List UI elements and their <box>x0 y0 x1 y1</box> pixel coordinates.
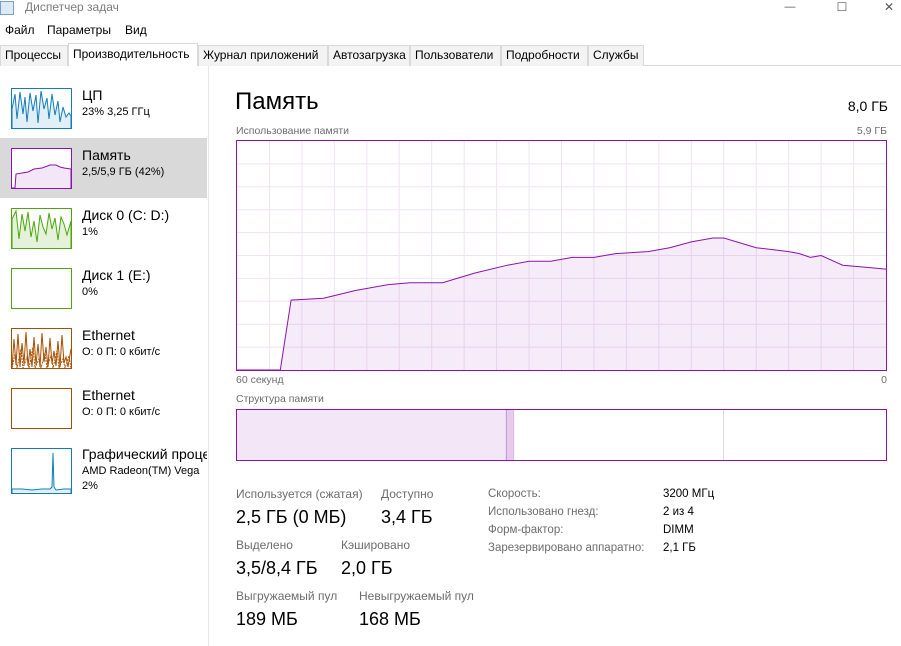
sidebar-item-value: 2% <box>82 480 98 492</box>
memory-usage-graph <box>236 140 887 371</box>
memory-total: 8,0 ГБ <box>847 98 888 114</box>
memory-graph-icon <box>11 148 72 189</box>
tab-users[interactable]: Пользователи <box>410 45 501 66</box>
nonpaged-pool-label: Невыгружаемый пул <box>359 589 474 603</box>
cached-value: 2,0 ГБ <box>341 558 393 578</box>
page-title: Память <box>235 88 319 115</box>
time-axis-left: 60 секунд <box>236 374 284 386</box>
usage-label: Использование памяти <box>236 125 350 137</box>
nonpaged-pool-value: 168 МБ <box>359 609 421 629</box>
tab-strip: Процессы Производительность Журнал прило… <box>0 43 901 66</box>
menu-file[interactable]: Файл <box>5 23 35 37</box>
tab-performance[interactable]: Производительность <box>68 43 198 66</box>
slots-label: Использовано гнезд: <box>488 506 599 518</box>
sidebar-item-label: Диск 0 (C: D:) <box>82 207 170 223</box>
sidebar-item-label: Графический процессор <box>82 446 207 462</box>
menu-bar: Файл Параметры Вид <box>0 20 901 42</box>
in-use-label: Используется (сжатая) <box>236 487 363 501</box>
close-icon: ✕ <box>883 0 895 14</box>
menu-view[interactable]: Вид <box>125 23 147 37</box>
sidebar-item-value: О: 0 П: 0 кбит/с <box>82 346 161 358</box>
speed-value: 3200 МГц <box>663 488 715 500</box>
composition-modified <box>506 410 515 460</box>
available-value: 3,4 ГБ <box>381 507 433 527</box>
sidebar-item-disk-1[interactable]: Диск 1 (E:) 0% <box>0 258 207 318</box>
disk-graph-icon <box>11 208 72 249</box>
memory-composition-chart <box>237 410 887 460</box>
minimize-icon: — <box>784 1 796 13</box>
composition-label: Структура памяти <box>236 393 324 405</box>
sidebar-item-cpu[interactable]: ЦП 23% 3,25 ГГц <box>0 78 207 138</box>
sidebar-item-value: AMD Radeon(TM) Vega <box>82 465 200 477</box>
maximize-button[interactable]: ☐ <box>819 0 865 14</box>
disk-graph-icon <box>11 268 72 309</box>
sidebar-item-memory[interactable]: Память 2,5/5,9 ГБ (42%) <box>0 138 207 198</box>
form-factor-label: Форм-фактор: <box>488 524 564 536</box>
usage-max-label: 5,9 ГБ <box>856 125 887 137</box>
sidebar-item-value: О: 0 П: 0 кбит/с <box>82 406 161 418</box>
tab-startup[interactable]: Автозагрузка <box>328 45 410 66</box>
committed-value: 3,5/8,4 ГБ <box>236 558 318 578</box>
time-axis-right: 0 <box>881 374 887 386</box>
gpu-graph-icon <box>11 448 72 494</box>
cached-label: Кэшировано <box>341 538 411 552</box>
sidebar-item-value: 1% <box>82 226 98 238</box>
ethernet-graph-icon <box>11 388 72 429</box>
window-title: Диспетчер задач <box>25 0 119 14</box>
memory-composition-bar <box>236 409 887 461</box>
composition-standby <box>514 410 724 460</box>
tab-services[interactable]: Службы <box>588 45 644 66</box>
paged-pool-label: Выгружаемый пул <box>236 589 338 603</box>
composition-free <box>723 410 887 460</box>
sidebar-item-label: Диск 1 (E:) <box>82 267 151 283</box>
menu-options[interactable]: Параметры <box>47 23 111 37</box>
sidebar-item-ethernet-1[interactable]: Ethernet О: 0 П: 0 кбит/с <box>0 318 207 378</box>
form-factor-value: DIMM <box>663 524 694 536</box>
sidebar-item-value: 23% 3,25 ГГц <box>82 106 150 118</box>
maximize-icon: ☐ <box>836 0 848 14</box>
ethernet-graph-icon <box>11 328 72 369</box>
slots-value: 2 из 4 <box>663 506 694 518</box>
tab-processes[interactable]: Процессы <box>0 45 68 66</box>
sidebar-item-label: ЦП <box>82 87 103 103</box>
hardware-reserved-label: Зарезервировано аппаратно: <box>488 542 645 554</box>
committed-label: Выделено <box>236 538 293 552</box>
speed-label: Скорость: <box>488 488 541 500</box>
sidebar-item-value: 0% <box>82 286 98 298</box>
sidebar-item-label: Память <box>82 147 131 163</box>
minimize-button[interactable]: — <box>767 0 813 14</box>
performance-sidebar: ЦП 23% 3,25 ГГц Память 2,5/5,9 ГБ (42%) … <box>0 66 209 646</box>
sidebar-item-label: Ethernet <box>82 387 135 403</box>
sidebar-item-gpu[interactable]: Графический процессор AMD Radeon(TM) Veg… <box>0 438 207 508</box>
sidebar-item-disk-0[interactable]: Диск 0 (C: D:) 1% <box>0 198 207 258</box>
paged-pool-value: 189 МБ <box>236 609 298 629</box>
sidebar-item-value: 2,5/5,9 ГБ (42%) <box>82 166 165 178</box>
hardware-reserved-value: 2,1 ГБ <box>663 542 696 554</box>
tab-details[interactable]: Подробности <box>501 45 588 66</box>
title-bar: Диспетчер задач — ☐ ✕ <box>0 0 901 20</box>
memory-usage-chart <box>237 141 887 371</box>
in-use-value: 2,5 ГБ (0 МБ) <box>236 507 347 527</box>
close-button[interactable]: ✕ <box>866 0 901 14</box>
available-label: Доступно <box>381 487 434 501</box>
memory-panel: Память 8,0 ГБ Использование памяти 5,9 Г… <box>210 66 901 646</box>
composition-in-use <box>237 410 507 460</box>
sidebar-item-ethernet-2[interactable]: Ethernet О: 0 П: 0 кбит/с <box>0 378 207 438</box>
cpu-graph-icon <box>11 88 72 129</box>
tab-app-history[interactable]: Журнал приложений <box>198 45 328 66</box>
sidebar-item-label: Ethernet <box>82 327 135 343</box>
task-manager-icon <box>0 1 14 15</box>
